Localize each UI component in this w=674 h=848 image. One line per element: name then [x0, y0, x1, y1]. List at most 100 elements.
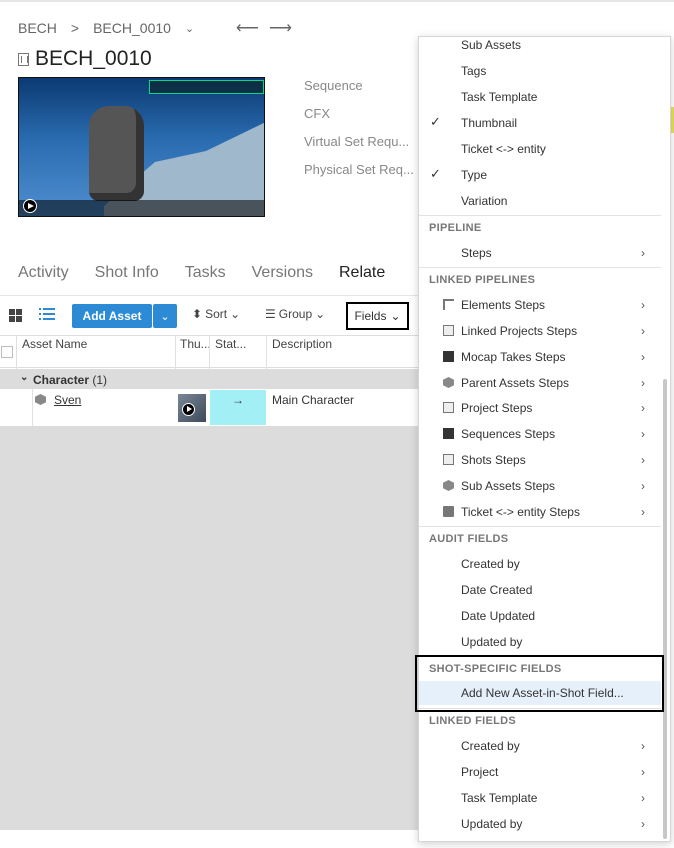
doc-icon — [443, 325, 454, 336]
steps-icon — [443, 299, 454, 310]
annotation-highlight-box — [415, 655, 664, 712]
menu-item-variation[interactable]: Variation — [419, 191, 661, 217]
status-cell[interactable]: → — [210, 390, 266, 425]
menu-scrollbar[interactable] — [663, 379, 667, 839]
menu-item-created-by[interactable]: Created by — [419, 554, 661, 580]
chevron-down-icon: ⌄ — [230, 307, 241, 321]
asset-name-link[interactable]: Sven — [54, 393, 81, 407]
chevron-right-icon: › — [641, 298, 645, 312]
list-view-icon[interactable] — [39, 308, 55, 322]
group-icon: ☰ — [265, 307, 276, 321]
add-asset-button[interactable]: Add Asset — [72, 304, 152, 328]
chevron-down-icon[interactable]: ⌄ — [20, 372, 28, 383]
tab-activity[interactable]: Activity — [18, 264, 69, 282]
chevron-right-icon: › — [641, 453, 645, 467]
chevron-right-icon: › — [641, 324, 645, 338]
forward-arrow-icon[interactable]: ⟶ — [269, 18, 292, 38]
play-icon[interactable] — [182, 403, 195, 416]
sort-label: Sort — [205, 307, 228, 321]
tab-versions[interactable]: Versions — [252, 264, 313, 282]
column-status[interactable]: Stat... — [215, 337, 246, 351]
group-name: Character — [33, 373, 90, 387]
sort-icon: ⬍ — [192, 307, 203, 321]
shot-thumbnail[interactable] — [18, 77, 265, 217]
menu-item-steps[interactable]: Steps › — [419, 243, 661, 269]
group-label: Group — [278, 307, 313, 321]
breadcrumb-shot[interactable]: BECH_0010 — [93, 20, 171, 36]
doc-icon — [443, 454, 454, 465]
section-linked-fields: LINKED FIELDS — [429, 715, 517, 727]
chevron-right-icon: › — [641, 791, 645, 805]
menu-item-type[interactable]: ✓ Type — [419, 165, 661, 191]
film-icon — [443, 428, 454, 439]
chevron-down-icon[interactable]: ⌄ — [185, 22, 194, 35]
chevron-down-icon: ⌄ — [390, 309, 401, 323]
table-row[interactable]: Sven → Main Character — [0, 389, 420, 426]
chevron-right-icon: › — [641, 817, 645, 831]
chevron-right-icon: › — [641, 350, 645, 364]
breadcrumb-project[interactable]: BECH — [18, 20, 57, 36]
group-button[interactable]: ☰ Group ⌄ — [265, 307, 325, 321]
doc-icon — [443, 402, 454, 413]
menu-item-linked-created-by[interactable]: Created by › — [419, 736, 661, 762]
grid-view-icon[interactable] — [9, 309, 22, 322]
chevron-right-icon: › — [641, 739, 645, 753]
ticket-icon — [443, 506, 454, 517]
tab-related[interactable]: Relate — [339, 264, 385, 282]
chevron-right-icon: › — [641, 376, 645, 390]
cube-icon — [443, 480, 454, 491]
back-arrow-icon[interactable]: ⟵ — [236, 18, 259, 38]
nav-arrows: ⟵ ⟶ — [236, 18, 292, 38]
menu-item-shots-steps[interactable]: Shots Steps › — [419, 450, 661, 476]
breadcrumb-separator: > — [70, 20, 80, 36]
group-row[interactable]: ⌄ Character (1) — [0, 369, 420, 389]
menu-item-task-template[interactable]: Task Template — [419, 87, 661, 113]
film-icon — [18, 52, 29, 66]
chevron-right-icon: › — [641, 246, 645, 260]
column-description[interactable]: Description — [272, 337, 332, 351]
section-audit-fields: AUDIT FIELDS — [429, 533, 509, 545]
menu-item-linked-projects-steps[interactable]: Linked Projects Steps › — [419, 321, 661, 347]
thumbnail-bar — [19, 200, 264, 216]
menu-item-parent-assets-steps[interactable]: Parent Assets Steps › — [419, 373, 661, 399]
menu-item-thumbnail[interactable]: ✓ Thumbnail — [419, 113, 661, 139]
chevron-right-icon: › — [641, 427, 645, 441]
play-icon[interactable] — [23, 199, 37, 213]
thumbnail-hud — [149, 80, 264, 94]
menu-item-linked-updated-by[interactable]: Updated by › — [419, 814, 661, 840]
field-label-physical-set: Physical Set Req... — [304, 162, 414, 177]
select-all-checkbox[interactable] — [1, 346, 13, 358]
menu-item-tags[interactable]: Tags — [419, 61, 661, 87]
top-divider — [0, 0, 674, 2]
chevron-down-icon: ⌄ — [315, 307, 326, 321]
tab-bar: Activity Shot Info Tasks Versions Relate — [18, 264, 385, 282]
menu-item-ticket-entity[interactable]: Ticket <-> entity — [419, 139, 661, 165]
menu-item-sequences-steps[interactable]: Sequences Steps › — [419, 424, 661, 450]
menu-item-date-updated[interactable]: Date Updated — [419, 606, 661, 632]
menu-item-mocap-takes-steps[interactable]: Mocap Takes Steps › — [419, 347, 661, 373]
field-label-sequence: Sequence — [304, 78, 363, 93]
page-title: BECH_0010 — [18, 47, 152, 71]
menu-item-elements-steps[interactable]: Elements Steps › — [419, 295, 661, 321]
menu-item-date-created[interactable]: Date Created — [419, 580, 661, 606]
sort-button[interactable]: ⬍ Sort ⌄ — [192, 307, 240, 321]
menu-item-ticket-entity-steps[interactable]: Ticket <-> entity Steps › — [419, 502, 661, 528]
thumbnail-robot — [89, 106, 144, 201]
add-asset-menu-button[interactable]: ⌄ — [153, 304, 177, 328]
fields-button[interactable]: Fields ⌄ — [346, 302, 409, 330]
asset-cube-icon — [35, 394, 46, 405]
menu-item-sub-assets-steps[interactable]: Sub Assets Steps › — [419, 476, 661, 502]
column-thumbnail[interactable]: Thu... — [180, 337, 211, 351]
tab-shot-info[interactable]: Shot Info — [95, 264, 159, 282]
menu-item-sub-assets[interactable]: Sub Assets — [419, 37, 661, 61]
tab-tasks[interactable]: Tasks — [185, 264, 226, 282]
chevron-right-icon: › — [641, 401, 645, 415]
menu-item-linked-task-template[interactable]: Task Template › — [419, 788, 661, 814]
menu-item-linked-project[interactable]: Project › — [419, 762, 661, 788]
field-label-cfx: CFX — [304, 106, 330, 121]
menu-item-project-steps[interactable]: Project Steps › — [419, 398, 661, 424]
page-title-text: BECH_0010 — [35, 47, 152, 70]
cube-icon — [443, 377, 454, 388]
column-asset-name[interactable]: Asset Name — [22, 337, 87, 351]
chevron-right-icon: › — [641, 505, 645, 519]
